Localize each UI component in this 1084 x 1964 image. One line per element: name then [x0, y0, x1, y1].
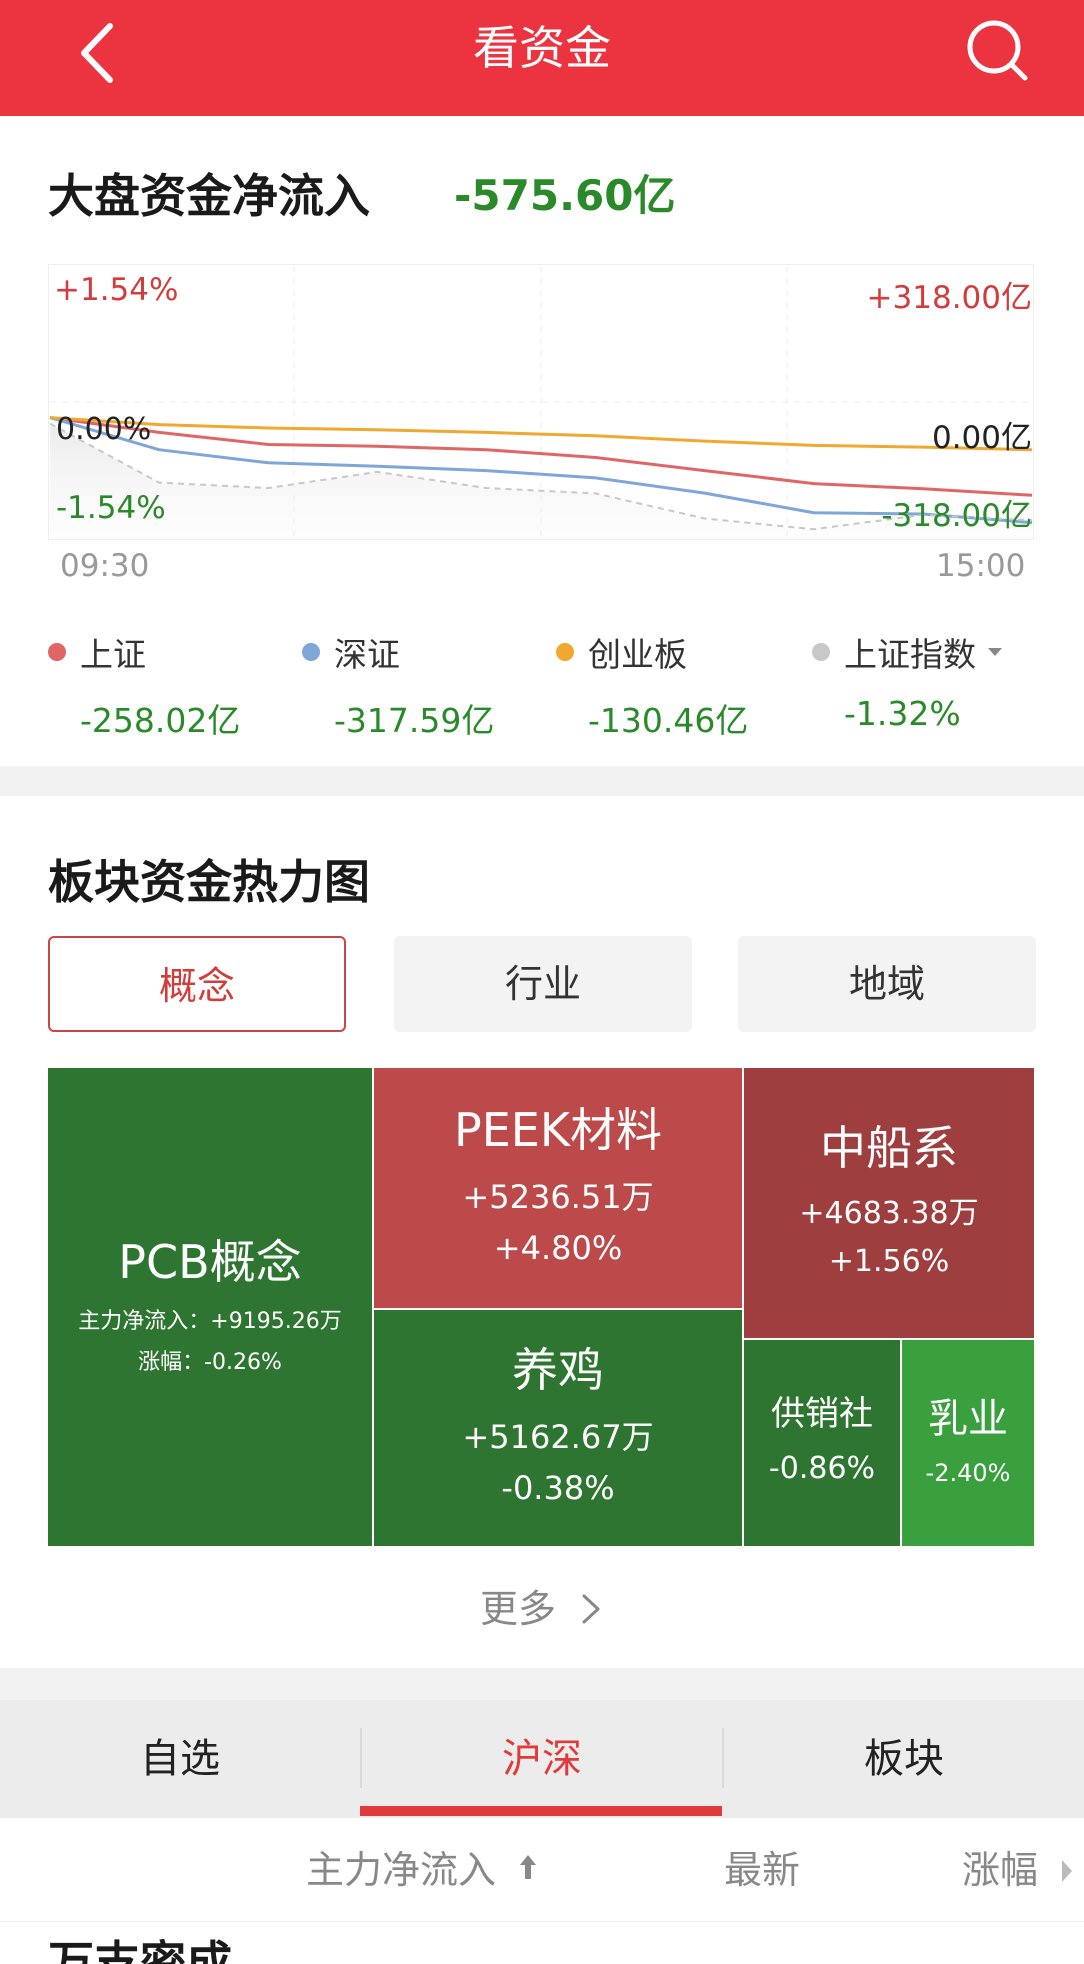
tile-name: 养鸡 — [512, 1343, 604, 1398]
tile-change: +4.80% — [493, 1228, 623, 1267]
chevron-right-icon — [582, 1594, 600, 1624]
section-divider — [0, 1668, 1084, 1700]
legend-dot — [302, 643, 320, 661]
section-divider — [0, 766, 1084, 796]
y-right-bottom: -318.00亿 — [881, 498, 1032, 534]
y-right-mid: 0.00亿 — [931, 420, 1032, 456]
page-title: 看资金 — [473, 21, 611, 75]
tab-sh-sz[interactable]: 沪深 — [362, 1700, 722, 1818]
tile-name: 供销社 — [771, 1393, 873, 1434]
tab-region[interactable]: 地域 — [738, 936, 1036, 1032]
market-flow-value: -575.60亿 — [454, 171, 676, 220]
active-tab-indicator — [360, 1806, 722, 1816]
sort-label: 主力净流入 — [306, 1848, 497, 1892]
tile-net-inflow: +4683.38万 — [799, 1195, 979, 1231]
tile-net-inflow: 主力净流入：+9195.26万 — [78, 1308, 342, 1334]
sort-change[interactable]: 涨幅 — [962, 1818, 1038, 1922]
heatmap-title: 板块资金热力图 — [48, 855, 370, 909]
legend-label: 深证 — [334, 635, 400, 674]
tile-change: 涨幅：-0.26% — [138, 1349, 282, 1375]
x-start-label: 09:30 — [60, 548, 150, 584]
market-flow-chart[interactable]: +1.54% 0.00% -1.54% +318.00亿 0.00亿 -318.… — [48, 264, 1034, 540]
legend-item-shenzhen[interactable]: 深证 -317.59亿 — [302, 628, 494, 740]
legend-dot — [812, 643, 830, 661]
tab-industry[interactable]: 行业 — [394, 936, 692, 1032]
tile-name: PEEK材料 — [453, 1103, 663, 1158]
heatmap-tile-dairy[interactable]: 乳业 -2.40% — [902, 1340, 1034, 1546]
scroll-right-icon[interactable] — [1060, 1858, 1074, 1884]
legend-label: 创业板 — [588, 635, 687, 674]
tab-watchlist[interactable]: 自选 — [0, 1700, 360, 1818]
market-tabs: 自选 沪深 板块 — [0, 1700, 1084, 1818]
tile-change: -0.38% — [501, 1468, 615, 1507]
top-bar: 看资金 — [0, 0, 1084, 116]
more-link[interactable]: 更多 — [0, 1578, 1084, 1633]
y-left-mid: 0.00% — [56, 412, 152, 447]
dropdown-caret-icon[interactable] — [988, 648, 1002, 656]
tile-name: PCB概念 — [118, 1235, 302, 1290]
heatmap-tile-supply-coop[interactable]: 供销社 -0.86% — [744, 1340, 900, 1546]
legend-dot — [556, 643, 574, 661]
legend-item-sh-index[interactable]: 上证指数 -1.32% — [812, 628, 1002, 738]
legend-label: 上证 — [80, 635, 146, 674]
tile-change: -2.40% — [925, 1458, 1011, 1487]
legend-value: -317.59亿 — [334, 701, 495, 740]
sort-label: 涨幅 — [962, 1848, 1039, 1892]
heatmap-tile-peek[interactable]: PEEK材料 +5236.51万 +4.80% — [374, 1068, 742, 1308]
sort-arrow-up-icon — [520, 1855, 537, 1879]
tile-change: -0.86% — [768, 1451, 876, 1487]
legend-value: -258.02亿 — [80, 701, 241, 740]
more-label: 更多 — [479, 1587, 556, 1631]
legend-label: 上证指数 — [844, 635, 976, 674]
heatmap-tile-pcb[interactable]: PCB概念 主力净流入：+9195.26万 涨幅：-0.26% — [48, 1068, 372, 1546]
y-left-top: +1.54% — [54, 272, 179, 308]
tab-sector[interactable]: 板块 — [724, 1700, 1084, 1818]
tile-name: 中船系 — [820, 1121, 958, 1176]
tile-net-inflow: +5162.67万 — [462, 1417, 654, 1456]
tile-name: 乳业 — [928, 1395, 1008, 1442]
y-left-bottom: -1.54% — [56, 490, 166, 526]
tab-concept[interactable]: 概念 — [48, 936, 346, 1032]
sort-latest[interactable]: 最新 — [724, 1818, 800, 1922]
x-end-label: 15:00 — [936, 548, 1026, 584]
legend-value: -1.32% — [844, 694, 961, 733]
sort-main-net-inflow[interactable]: 主力净流入 — [306, 1818, 538, 1922]
legend-item-shanghai[interactable]: 上证 -258.02亿 — [48, 628, 240, 740]
search-icon[interactable] — [962, 14, 1034, 86]
heatmap-tile-poultry[interactable]: 养鸡 +5162.67万 -0.38% — [374, 1310, 742, 1546]
next-section-title: 万支密成 — [48, 1936, 232, 1964]
y-right-top: +318.00亿 — [866, 280, 1032, 316]
legend-value: -130.46亿 — [588, 701, 749, 740]
tile-change: +1.56% — [828, 1243, 950, 1279]
heatmap-tile-china-shipbuilding[interactable]: 中船系 +4683.38万 +1.56% — [744, 1068, 1034, 1338]
legend-dot — [48, 643, 66, 661]
legend-item-chinext[interactable]: 创业板 -130.46亿 — [556, 628, 748, 740]
sort-bar: 主力净流入 最新 涨幅 — [0, 1818, 1084, 1922]
tile-net-inflow: +5236.51万 — [462, 1177, 654, 1216]
market-flow-title: 大盘资金净流入 — [48, 169, 370, 223]
